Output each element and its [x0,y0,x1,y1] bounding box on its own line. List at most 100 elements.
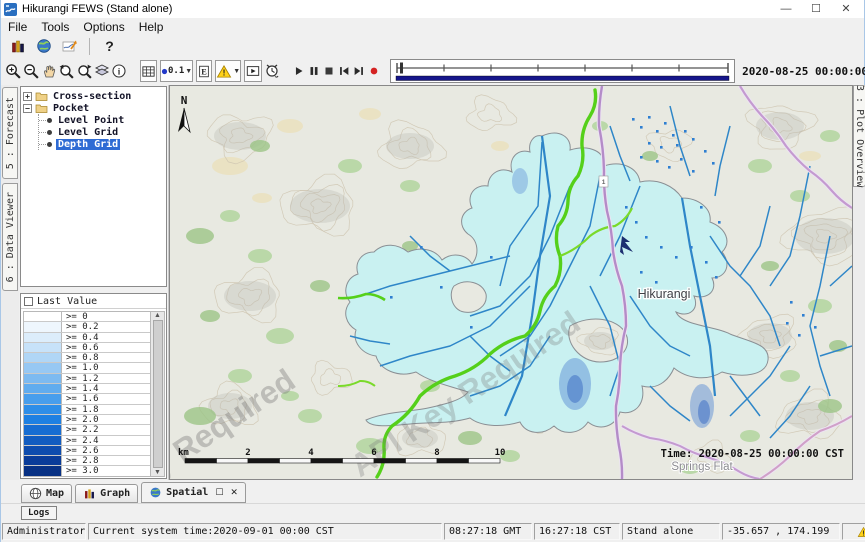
legend-icon[interactable]: E [196,60,212,82]
time-slider[interactable] [390,59,735,83]
topology-tree[interactable]: + Cross-section − Pocket Level Point Lev… [20,86,167,287]
legend-row[interactable]: >= 0.4 [24,333,150,343]
tab-graph[interactable]: Graph [75,484,138,503]
bullet-icon [47,118,52,123]
float-panel-button[interactable]: ☐ [215,488,223,498]
svg-text:2: 2 [245,448,250,458]
graphs-icon[interactable] [6,35,29,57]
scroll-down-icon[interactable]: ▼ [154,469,161,476]
legend-row[interactable]: >= 1.8 [24,405,150,415]
svg-text:8: 8 [434,448,439,458]
legend-row[interactable]: >= 0.2 [24,322,150,332]
folder-icon [35,103,48,113]
animation-icon[interactable] [244,60,262,82]
tab-data-viewer[interactable]: 6 : Data Viewer [2,183,18,291]
last-value-checkbox[interactable] [24,297,33,306]
threshold-value: 0.1 [168,66,184,76]
bar-chart-icon [83,487,96,500]
warning-dropdown[interactable]: !▼ [215,60,241,82]
legend-row[interactable]: >= 0.8 [24,353,150,363]
pause-icon[interactable] [307,60,321,82]
app-icon [4,3,17,16]
map-toolbar: i 0.1▼ E !▼ 2020-08-25 00:00:00 CST [1,57,864,85]
zoom-out-icon[interactable] [23,60,40,82]
zoom-next-icon[interactable] [76,60,93,82]
legend-row[interactable]: >= 1.4 [24,384,150,394]
logs-button[interactable]: Logs [21,506,57,520]
tab-forecast[interactable]: 5 : Forecast [2,87,18,179]
menu-bar: File Tools Options Help [1,18,864,35]
status-warning-cell[interactable]: ! [842,523,865,540]
time-control-icon[interactable] [264,60,280,82]
status-user: Administrator [2,523,86,540]
legend-scrollbar[interactable]: ▲ ▼ [151,311,165,477]
map-viewport[interactable]: 1 API Key Required API Key Required Hiku… [169,85,853,480]
last-value-label: Last Value [37,296,97,307]
tree-item-level-point[interactable]: Level Point [39,114,166,126]
status-bar: Administrator Current system time:2020-0… [1,521,865,542]
legend-row[interactable]: >= 2.4 [24,436,150,446]
legend-row[interactable]: >= 0.6 [24,343,150,353]
map-time-label: Time: 2020-08-25 00:00:00 CST [661,448,844,460]
legend-row[interactable]: >= 1.2 [24,374,150,384]
scrollbar-thumb[interactable] [153,320,163,468]
tab-plot-overview[interactable]: 3 : Plot Overview [853,85,865,187]
help-icon[interactable]: ? [98,35,121,57]
grid-icon[interactable] [140,60,157,82]
value-threshold-dropdown[interactable]: 0.1▼ [160,60,193,82]
step-forward-icon[interactable] [352,60,366,82]
left-tab-strip: 5 : Forecast 6 : Data Viewer [1,85,19,480]
svg-text:km: km [178,448,189,458]
tree-item-pocket[interactable]: − Pocket [23,102,166,114]
menu-help[interactable]: Help [132,20,171,34]
legend-color-swatch [24,333,62,342]
menu-tools[interactable]: Tools [34,20,76,34]
legend-row[interactable]: >= 1.0 [24,363,150,373]
tab-spatial[interactable]: Spatial ☐ ✕ [141,482,246,503]
tree-item-cross-section[interactable]: + Cross-section [23,90,166,102]
record-icon[interactable] [367,60,381,82]
zoom-previous-icon[interactable] [58,60,75,82]
info-icon[interactable]: i [111,60,127,82]
legend-row[interactable]: >= 3.0 [24,466,150,476]
legend-color-swatch [24,312,62,321]
zoom-in-icon[interactable] [5,60,22,82]
tree-item-level-grid[interactable]: Level Grid [39,126,166,138]
tree-item-depth-grid[interactable]: Depth Grid [39,138,166,150]
legend-row[interactable]: >= 2.0 [24,415,150,425]
stop-icon[interactable] [322,60,336,82]
step-back-icon[interactable] [337,60,351,82]
legend-row-label: >= 1.6 [62,394,99,403]
status-local-time: 16:27:18 CST [534,523,620,540]
svg-text:E: E [201,67,207,76]
minimize-button[interactable]: — [771,1,801,18]
legend-row[interactable]: >= 0 [24,312,150,322]
main-toolbar: ? [1,35,864,57]
close-panel-button[interactable]: ✕ [230,488,238,498]
legend-row[interactable]: >= 2.2 [24,425,150,435]
expand-plus-icon[interactable]: + [23,92,32,101]
menu-options[interactable]: Options [76,20,131,34]
time-span-bar [396,76,729,81]
legend-row[interactable]: >= 2.6 [24,446,150,456]
legend-row-label: >= 3.0 [62,466,99,475]
legend-color-swatch [24,363,62,372]
svg-text:N: N [181,94,188,107]
status-mode: Stand alone [622,523,720,540]
maximize-button[interactable]: ☐ [801,1,831,18]
collapse-minus-icon[interactable]: − [23,104,32,113]
legend-row[interactable]: >= 1.6 [24,394,150,404]
tab-map[interactable]: Map [21,484,72,503]
play-icon[interactable] [292,60,306,82]
layers-icon[interactable] [94,60,110,82]
scroll-up-icon[interactable]: ▲ [154,312,161,319]
menu-file[interactable]: File [1,20,34,34]
legend-row[interactable]: >= 2.8 [24,456,150,466]
profile-chart-icon[interactable] [58,35,81,57]
globe-icon[interactable] [32,35,55,57]
legend-color-swatch [24,436,62,445]
close-button[interactable]: ✕ [831,1,861,18]
logs-bar: Logs [1,503,865,521]
pan-hand-icon[interactable] [41,60,57,82]
svg-text:4: 4 [308,448,314,458]
